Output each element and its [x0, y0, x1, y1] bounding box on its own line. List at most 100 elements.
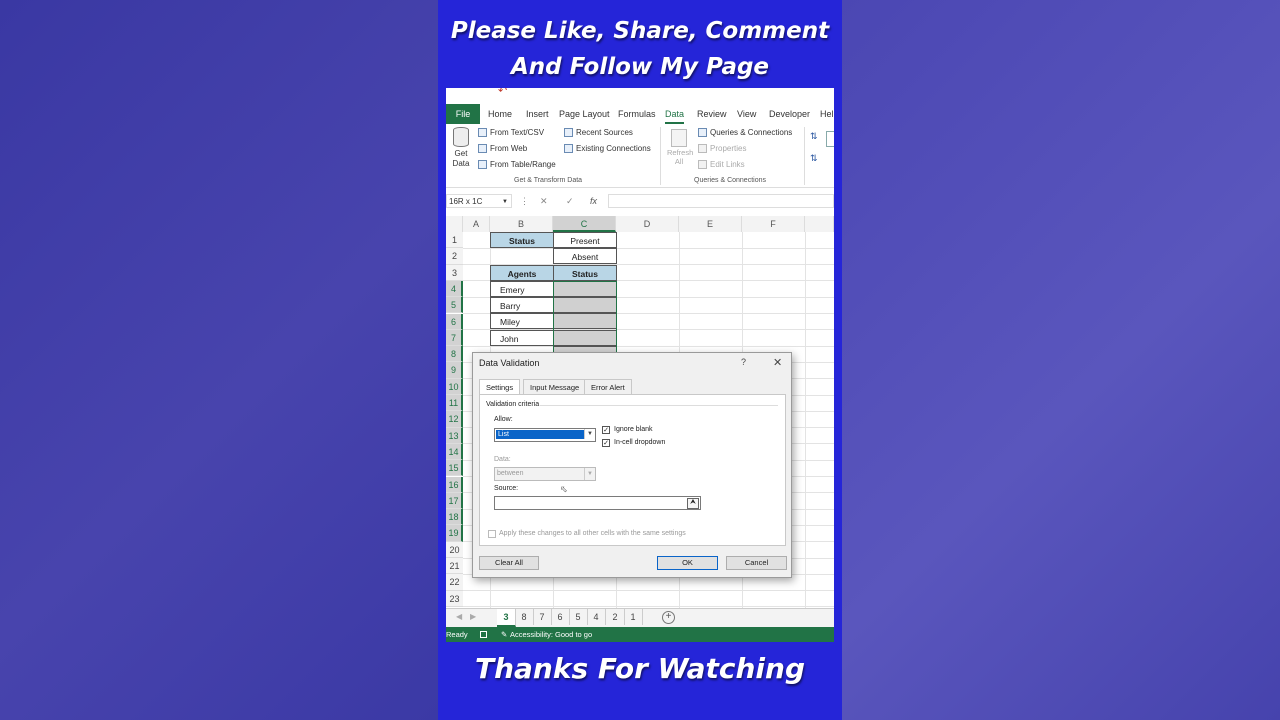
row-header[interactable]: 8 [446, 346, 463, 363]
col-header-a[interactable]: A [463, 216, 490, 232]
sheet-tab-6[interactable]: 6 [551, 609, 570, 625]
clear-all-button[interactable]: Clear All [479, 556, 539, 570]
sheet-tab-3[interactable]: 3 [497, 609, 516, 627]
col-header-c[interactable]: C [553, 216, 616, 232]
cell-c4[interactable] [553, 281, 617, 297]
cell-b1[interactable]: Status [490, 232, 554, 248]
tab-home[interactable]: Home [488, 104, 512, 124]
tab-review[interactable]: Review [697, 104, 727, 124]
from-web-button[interactable]: From Web [478, 144, 527, 153]
queries-connections-button[interactable]: Queries & Connections [698, 128, 792, 137]
col-header-b[interactable]: B [490, 216, 553, 232]
undo-icon[interactable]: ↶ [498, 88, 507, 97]
col-header-f[interactable]: F [742, 216, 805, 232]
cell-c7[interactable] [553, 330, 617, 346]
edit-links-button[interactable]: Edit Links [698, 160, 745, 169]
collapse-dialog-icon[interactable]: ⮝ [687, 498, 699, 509]
cell-b4[interactable]: Emery [490, 281, 554, 297]
name-box[interactable]: 16R x 1C ▼ [446, 194, 512, 208]
row-header[interactable]: 13 [446, 427, 463, 444]
data-select[interactable]: between ▼ [494, 467, 596, 481]
sort-za-icon[interactable]: ⇅ [810, 153, 818, 164]
row-header[interactable]: 7 [446, 329, 463, 347]
tab-error-alert[interactable]: Error Alert [584, 379, 632, 395]
scroll-left-icon[interactable]: ◀ [456, 612, 462, 621]
cell-c2[interactable]: Absent [553, 248, 617, 264]
sheet-tab-2[interactable]: 2 [606, 609, 625, 625]
col-header-e[interactable]: E [679, 216, 742, 232]
row-header[interactable]: 16 [446, 476, 463, 493]
select-all-corner[interactable] [446, 216, 463, 232]
row-header[interactable]: 22 [446, 574, 463, 591]
existing-connections-button[interactable]: Existing Connections [564, 144, 651, 153]
insert-function-icon[interactable]: fx [590, 194, 597, 208]
close-icon[interactable]: ✕ [773, 356, 782, 369]
col-header-d[interactable]: D [616, 216, 679, 232]
tab-page-layout[interactable]: Page Layout [559, 104, 610, 124]
formula-input[interactable] [608, 194, 834, 208]
cell-c6[interactable] [553, 313, 617, 329]
recent-sources-button[interactable]: Recent Sources [564, 128, 633, 137]
tab-help[interactable]: Hel [820, 104, 834, 124]
row-header[interactable]: 3 [446, 264, 463, 281]
ignore-blank-checkbox[interactable]: ✓ [602, 426, 610, 434]
help-icon[interactable]: ? [741, 357, 746, 367]
cell-b6[interactable]: Miley [490, 313, 554, 329]
row-header[interactable]: 12 [446, 411, 463, 428]
col-header-g[interactable] [805, 216, 834, 232]
tab-view[interactable]: View [737, 104, 756, 124]
add-sheet-icon[interactable]: + [662, 611, 675, 624]
cell-c1[interactable]: Present [553, 232, 617, 248]
enter-icon[interactable]: ✓ [566, 194, 574, 208]
row-header[interactable]: 17 [446, 492, 463, 510]
tab-developer[interactable]: Developer [769, 104, 810, 124]
sheet-tab-1[interactable]: 1 [624, 609, 643, 625]
sort-icon[interactable] [826, 131, 834, 147]
row-header[interactable]: 11 [446, 395, 463, 412]
tab-data[interactable]: Data [665, 104, 685, 124]
row-header[interactable]: 20 [446, 541, 463, 558]
sort-az-icon[interactable]: ⇅ [810, 131, 818, 142]
tab-insert[interactable]: Insert [526, 104, 549, 124]
row-header[interactable]: 18 [446, 509, 463, 526]
allow-select[interactable]: List ▼ [494, 428, 596, 442]
row-header[interactable]: 23 [446, 590, 463, 607]
in-cell-dropdown-checkbox[interactable]: ✓ [602, 439, 610, 447]
ok-button[interactable]: OK [657, 556, 718, 570]
accessibility-status[interactable]: Accessibility: Good to go [510, 627, 592, 642]
sheet-tab-8[interactable]: 8 [515, 609, 534, 625]
row-header[interactable]: 19 [446, 525, 463, 542]
cancel-button[interactable]: Cancel [726, 556, 787, 570]
row-header[interactable]: 15 [446, 460, 463, 477]
source-input[interactable]: ⮝ [494, 496, 701, 510]
from-table-range-button[interactable]: From Table/Range [478, 160, 556, 169]
tab-input-message[interactable]: Input Message [523, 379, 587, 395]
properties-button[interactable]: Properties [698, 144, 746, 153]
sheet-tab-7[interactable]: 7 [533, 609, 552, 625]
tab-file[interactable]: File [446, 104, 480, 124]
row-header[interactable]: 6 [446, 313, 463, 330]
sheet-tab-4[interactable]: 4 [587, 609, 606, 625]
refresh-all-button[interactable]: Refresh All [664, 129, 694, 166]
cell-c5[interactable] [553, 297, 617, 313]
scroll-right-icon[interactable]: ▶ [470, 612, 476, 621]
cell-b7[interactable]: John [490, 330, 554, 346]
tab-formulas[interactable]: Formulas [618, 104, 656, 124]
row-header[interactable]: 9 [446, 362, 463, 379]
row-header[interactable]: 10 [446, 378, 463, 395]
cell-c3[interactable]: Status [553, 265, 617, 281]
macro-icon[interactable] [480, 631, 487, 638]
row-header[interactable]: 4 [446, 280, 463, 298]
row-header[interactable]: 14 [446, 443, 463, 461]
apply-all-checkbox[interactable] [488, 530, 496, 538]
sheet-tab-5[interactable]: 5 [569, 609, 588, 625]
get-data-button[interactable]: Get Data [448, 127, 474, 175]
cancel-icon[interactable]: ✕ [540, 194, 548, 208]
cell-b3[interactable]: Agents [490, 265, 554, 281]
row-header[interactable]: 2 [446, 248, 463, 265]
row-header[interactable]: 21 [446, 558, 463, 575]
row-header[interactable]: 1 [446, 232, 463, 249]
from-text-csv-button[interactable]: From Text/CSV [478, 128, 544, 137]
row-header[interactable]: 5 [446, 297, 463, 314]
cell-b5[interactable]: Barry [490, 297, 554, 313]
